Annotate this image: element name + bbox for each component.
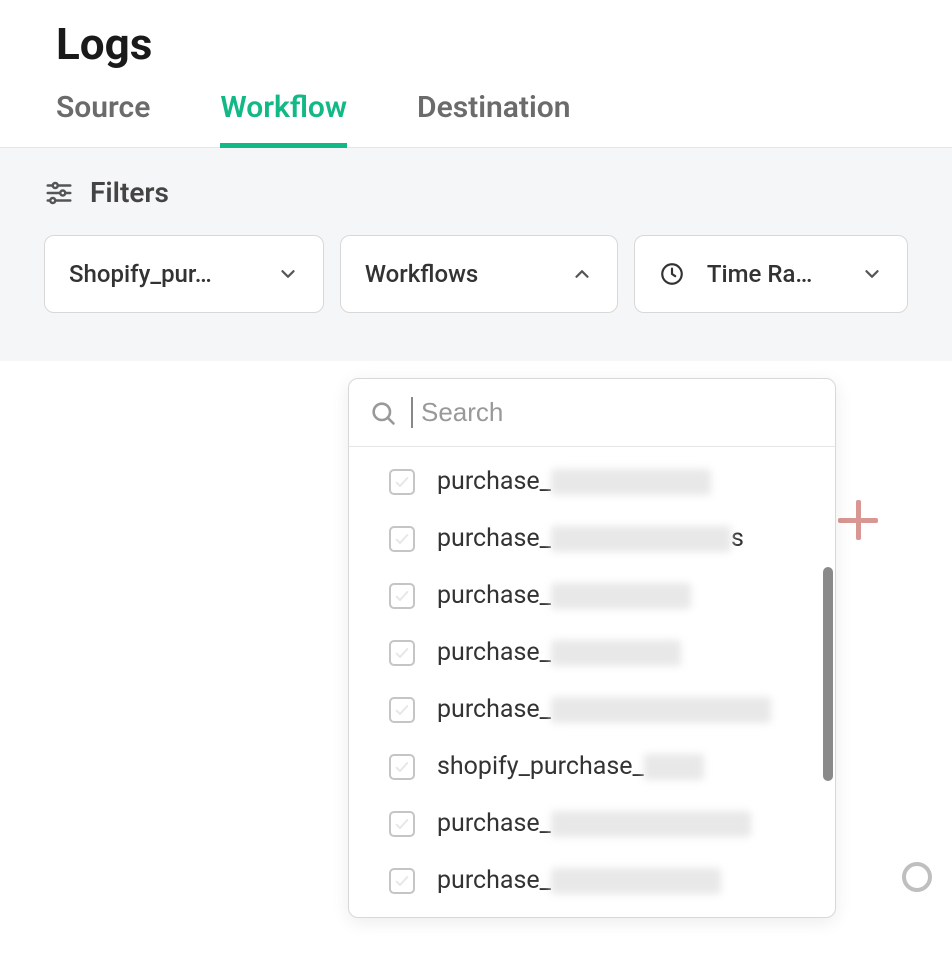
list-item[interactable]: purchase_: [349, 453, 835, 510]
chevron-down-icon: [861, 263, 883, 285]
list-item[interactable]: purchase_: [349, 852, 835, 909]
tab-workflow[interactable]: Workflow: [220, 90, 347, 147]
redacted-text: [551, 583, 691, 609]
tab-source[interactable]: Source: [56, 90, 150, 147]
checkbox[interactable]: [389, 811, 415, 837]
filters-label: Filters: [90, 176, 169, 209]
filter-source[interactable]: Shopify_pur…: [44, 235, 324, 313]
tab-destination[interactable]: Destination: [417, 90, 570, 147]
list-item-label: purchase_: [437, 809, 751, 838]
list-item[interactable]: purchase_: [349, 567, 835, 624]
dropdown-search: [349, 379, 835, 447]
search-input[interactable]: [411, 397, 815, 428]
scrollbar-thumb[interactable]: [823, 567, 833, 781]
list-item-label: shopify_purchase_: [437, 752, 704, 781]
checkbox[interactable]: [389, 469, 415, 495]
workflows-dropdown: purchase_purchase_spurchase_purchase_pur…: [348, 378, 836, 918]
search-icon: [369, 399, 397, 427]
list-item-label: purchase_: [437, 638, 681, 667]
list-item[interactable]: purchase_s: [349, 510, 835, 567]
redacted-text: [551, 868, 721, 894]
chevron-up-icon: [571, 263, 593, 285]
redacted-text: [551, 811, 751, 837]
filter-workflows-label: Workflows: [365, 260, 478, 288]
redacted-text: [551, 640, 681, 666]
redacted-text: [551, 469, 711, 495]
list-item[interactable]: purchase_: [349, 624, 835, 681]
filter-workflows[interactable]: Workflows: [340, 235, 618, 313]
filters-row: Shopify_pur… Workflows Time Ra…: [44, 235, 908, 313]
filters-bar: Filters Shopify_pur… Workflows: [0, 148, 952, 361]
redacted-text: [644, 754, 704, 780]
filters-heading: Filters: [44, 176, 908, 209]
clock-icon: [659, 261, 685, 287]
checkbox[interactable]: [389, 640, 415, 666]
checkbox[interactable]: [389, 526, 415, 552]
list-item-label: purchase_: [437, 467, 711, 496]
list-item-label: purchase_: [437, 695, 771, 724]
list-item[interactable]: purchase_: [349, 795, 835, 852]
dropdown-list: purchase_purchase_spurchase_purchase_pur…: [349, 447, 835, 917]
list-item-label: purchase_: [437, 581, 691, 610]
list-item-label: purchase_s: [437, 524, 744, 553]
list-item-label: purchase_: [437, 866, 721, 895]
checkbox[interactable]: [389, 754, 415, 780]
filter-time-label: Time Ra…: [707, 260, 813, 288]
redacted-text: [551, 697, 771, 723]
sliders-icon: [44, 178, 74, 208]
checkbox[interactable]: [389, 868, 415, 894]
list-item[interactable]: purchase_: [349, 681, 835, 738]
filter-time-range[interactable]: Time Ra…: [634, 235, 908, 313]
circle-icon: [902, 862, 932, 892]
redacted-text: [551, 526, 731, 552]
tabs: Source Workflow Destination: [0, 90, 952, 148]
page-title: Logs: [0, 18, 952, 90]
checkbox[interactable]: [389, 583, 415, 609]
chevron-down-icon: [277, 263, 299, 285]
list-item[interactable]: shopify_purchase_: [349, 738, 835, 795]
plus-icon: [838, 500, 878, 540]
filter-source-label: Shopify_pur…: [69, 260, 212, 288]
checkbox[interactable]: [389, 697, 415, 723]
